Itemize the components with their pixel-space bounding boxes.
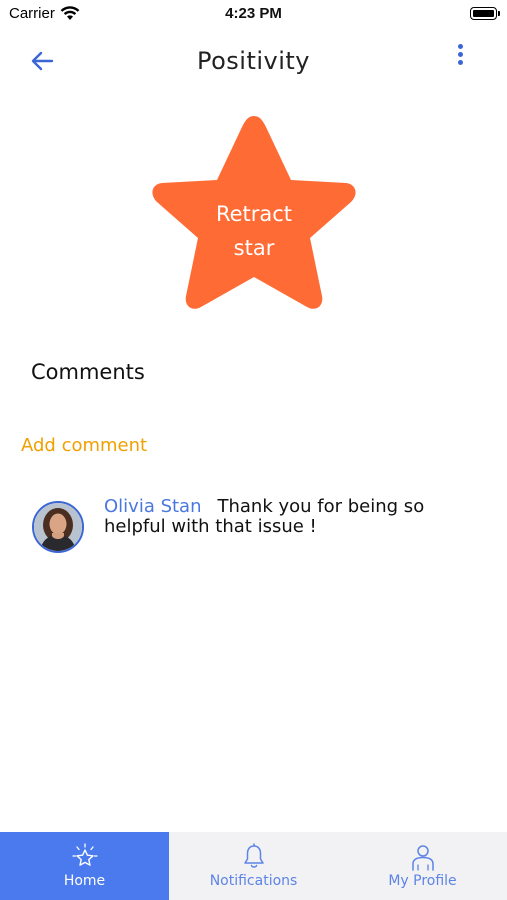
comments-heading: Comments (31, 360, 145, 384)
star-label-line2: star (233, 236, 275, 260)
status-bar: Carrier 4:23 PM (0, 0, 507, 28)
more-vertical-icon-dot (458, 52, 463, 57)
add-comment-link[interactable]: Add comment (21, 435, 147, 456)
tab-my-profile[interactable]: My Profile (338, 832, 507, 900)
avatar[interactable] (32, 501, 84, 553)
comment-author[interactable]: Olivia Stan (104, 496, 202, 517)
tab-notifications[interactable]: Notifications (169, 832, 338, 900)
retract-star-button[interactable]: Retract star (150, 112, 358, 312)
avatar-image (34, 503, 82, 551)
tab-my-profile-label: My Profile (388, 873, 457, 889)
star-label: Retract star (150, 197, 358, 265)
more-vertical-icon (458, 44, 463, 49)
user-icon (411, 845, 434, 871)
tab-home[interactable]: Home (0, 832, 169, 900)
tab-notifications-label: Notifications (209, 873, 298, 889)
bell-icon (243, 843, 264, 868)
more-options-button[interactable] (450, 40, 472, 68)
comment-body: Olivia Stan Thank you for being so helpfu… (104, 497, 484, 537)
tab-bar: Home Notifications My Profile (0, 832, 507, 900)
tab-home-label: Home (63, 873, 106, 889)
more-vertical-icon-dot (458, 60, 463, 65)
comment-item: Olivia Stan Thank you for being so helpfu… (30, 497, 490, 561)
status-time: 4:23 PM (225, 5, 282, 22)
home-star-icon (71, 843, 98, 866)
star-label-line1: Retract (215, 202, 293, 226)
battery-icon (470, 7, 500, 20)
page-title: Positivity (196, 47, 311, 75)
